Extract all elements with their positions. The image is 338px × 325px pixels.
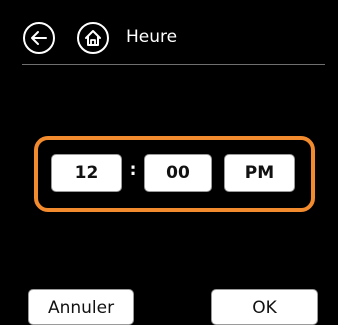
home-button[interactable] bbox=[77, 22, 109, 54]
time-separator: : bbox=[129, 160, 137, 180]
minute-field[interactable]: 00 bbox=[144, 154, 212, 192]
am-pm-field[interactable]: PM bbox=[224, 154, 295, 192]
ok-button-label: OK bbox=[252, 298, 277, 318]
home-icon bbox=[83, 28, 103, 48]
header-bar: Heure bbox=[0, 0, 338, 64]
cancel-button[interactable]: Annuler bbox=[28, 289, 134, 325]
arrow-left-icon bbox=[29, 28, 49, 48]
back-button[interactable] bbox=[23, 22, 55, 54]
hour-field[interactable]: 12 bbox=[51, 154, 122, 192]
ok-button[interactable]: OK bbox=[211, 289, 318, 325]
cancel-button-label: Annuler bbox=[47, 298, 115, 318]
page-title: Heure bbox=[126, 27, 178, 47]
header-divider bbox=[22, 64, 325, 65]
